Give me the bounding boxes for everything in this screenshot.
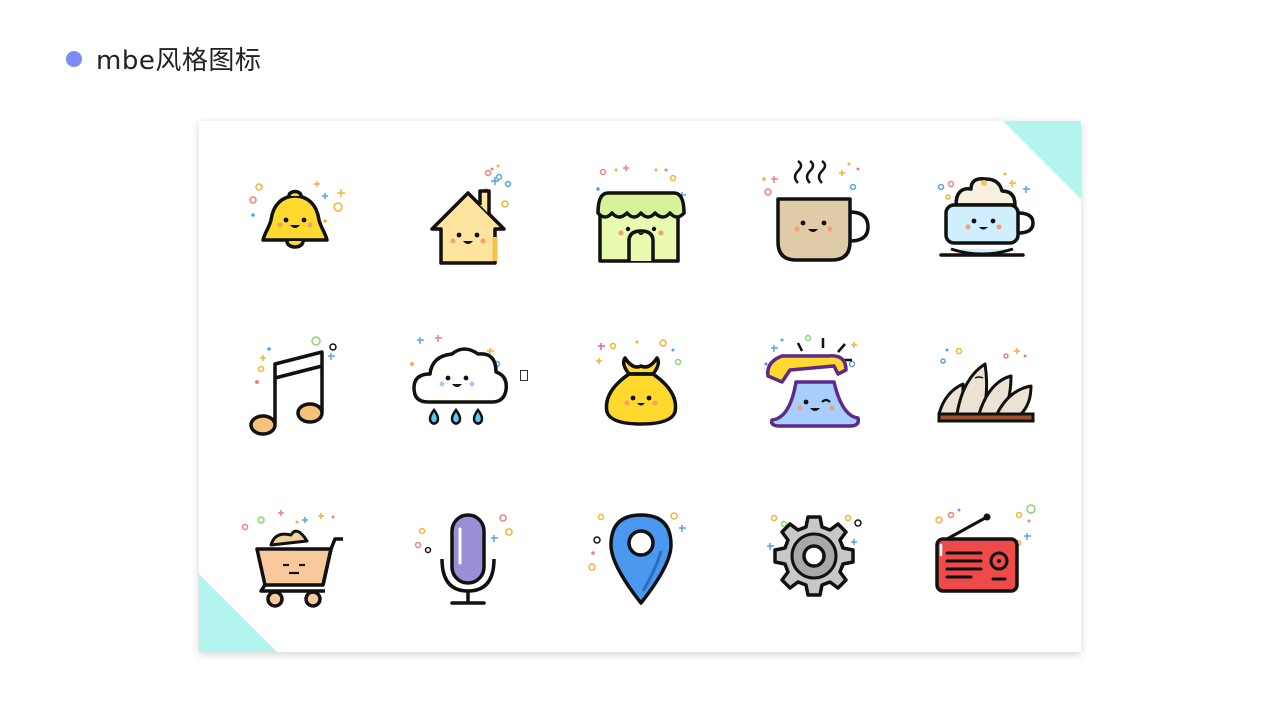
music-note-icon xyxy=(235,326,355,446)
icon-grid xyxy=(199,121,1081,652)
microphone-icon xyxy=(408,495,528,615)
radio-icon xyxy=(927,495,1047,615)
bell-icon xyxy=(235,157,355,277)
shopping-cart-icon xyxy=(235,495,355,615)
coffee-cup-icon xyxy=(754,157,874,277)
title-row: mbe风格图标 xyxy=(66,40,261,77)
rain-cloud-icon xyxy=(408,326,528,446)
shop-icon xyxy=(581,157,701,277)
house-icon xyxy=(408,157,528,277)
opera-house-icon xyxy=(927,326,1047,446)
cappuccino-cup-icon xyxy=(927,157,1047,277)
gear-icon xyxy=(754,495,874,615)
location-pin-icon xyxy=(581,495,701,615)
bullet-dot xyxy=(66,50,82,67)
icon-showcase-card xyxy=(199,121,1081,652)
unknown-glyph-box xyxy=(520,370,528,381)
money-bag-icon xyxy=(581,326,701,446)
telephone-icon xyxy=(754,326,874,446)
page-title: mbe风格图标 xyxy=(96,46,262,76)
